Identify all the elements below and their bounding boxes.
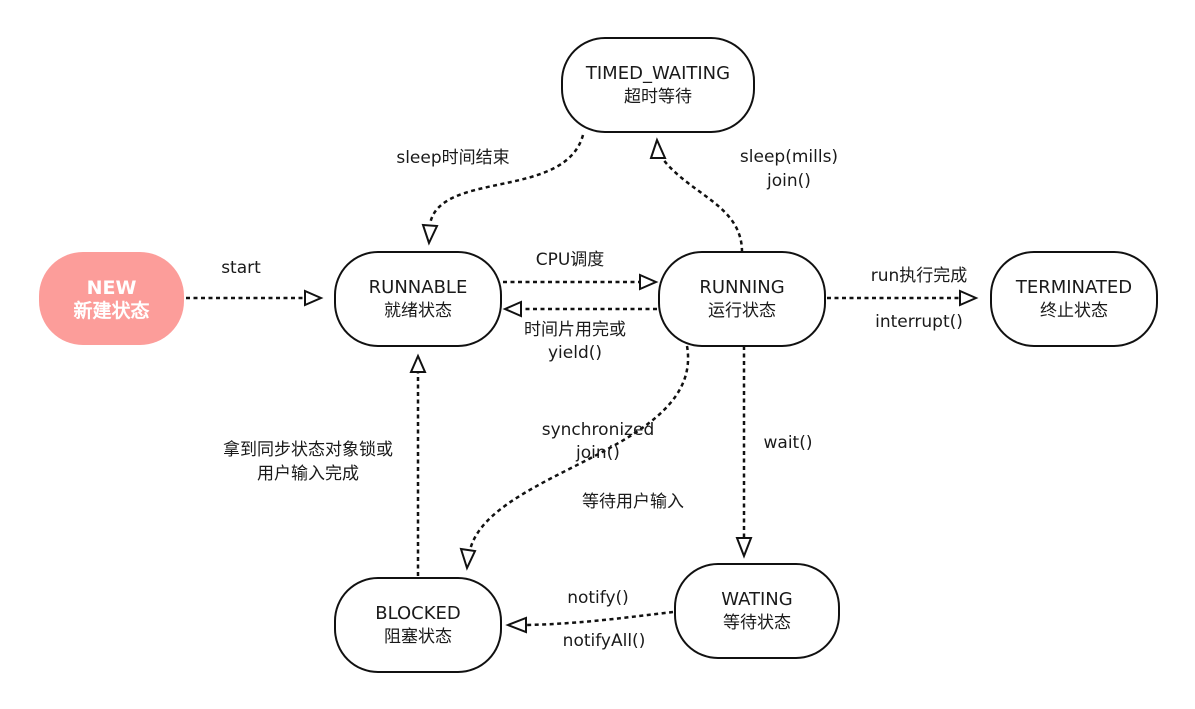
state-new-zh: 新建状态 xyxy=(73,299,150,322)
label-sleep-join-line1: sleep(mills) xyxy=(739,147,839,167)
state-new-en: NEW xyxy=(86,276,137,299)
state-waiting-en: WATING xyxy=(721,589,793,610)
state-terminated-en: TERMINATED xyxy=(1015,277,1133,298)
state-waiting[interactable]: WATING 等待状态 xyxy=(674,563,840,659)
state-timed-waiting-en: TIMED_WAITING xyxy=(585,63,731,84)
arrowhead-start xyxy=(304,289,324,307)
state-runnable-zh: 就绪状态 xyxy=(384,301,452,321)
label-start: start xyxy=(221,258,261,278)
arrowhead-run-done xyxy=(959,289,979,307)
label-notify: notify() xyxy=(567,588,629,608)
state-waiting-zh: 等待状态 xyxy=(723,613,791,633)
arrowhead-lock-acquired xyxy=(409,353,427,373)
label-sync-join-line2: join() xyxy=(576,443,620,463)
arrowhead-sync-join xyxy=(459,547,477,571)
arrowhead-cpu-schedule xyxy=(639,273,659,291)
label-sleep-join-line2: join() xyxy=(767,171,811,191)
state-new[interactable]: NEW 新建状态 xyxy=(39,252,184,345)
label-run-done: run执行完成 xyxy=(870,266,968,286)
arrowhead-sleep-join xyxy=(649,137,667,159)
state-running[interactable]: RUNNING 运行状态 xyxy=(658,251,826,347)
edge-notify xyxy=(525,610,674,627)
arrowhead-notify xyxy=(505,616,527,634)
label-wait: wait() xyxy=(763,433,813,453)
label-timeslice-line1: 时间片用完或 xyxy=(524,320,626,340)
state-runnable[interactable]: RUNNABLE 就绪状态 xyxy=(334,251,502,347)
label-wait-input: 等待用户输入 xyxy=(582,492,684,512)
label-notify-all: notifyAll() xyxy=(562,631,646,651)
state-runnable-en: RUNNABLE xyxy=(368,277,468,298)
state-terminated-zh: 终止状态 xyxy=(1040,301,1108,321)
label-sleep-end: sleep时间结束 xyxy=(396,148,510,168)
state-terminated[interactable]: TERMINATED 终止状态 xyxy=(990,251,1158,347)
state-running-zh: 运行状态 xyxy=(708,301,776,321)
label-sync-join-line1: synchronized xyxy=(541,420,655,440)
label-lock-acquired-line2: 用户输入完成 xyxy=(257,464,359,484)
state-blocked-zh: 阻塞状态 xyxy=(384,627,452,647)
state-timed-waiting-zh: 超时等待 xyxy=(624,87,692,107)
label-timeslice-line2: yield() xyxy=(547,343,603,363)
label-cpu-schedule: CPU调度 xyxy=(535,250,605,270)
label-lock-acquired-line1: 拿到同步状态对象锁或 xyxy=(223,440,393,460)
arrowhead-wait xyxy=(735,537,753,559)
state-blocked-en: BLOCKED xyxy=(375,603,461,624)
label-interrupt: interrupt() xyxy=(875,312,963,332)
arrowhead-sleep-end xyxy=(421,223,439,246)
state-timed-waiting[interactable]: TIMED_WAITING 超时等待 xyxy=(561,37,755,133)
arrowhead-timeslice xyxy=(502,300,522,318)
state-running-en: RUNNING xyxy=(699,277,785,298)
state-blocked[interactable]: BLOCKED 阻塞状态 xyxy=(334,577,502,673)
